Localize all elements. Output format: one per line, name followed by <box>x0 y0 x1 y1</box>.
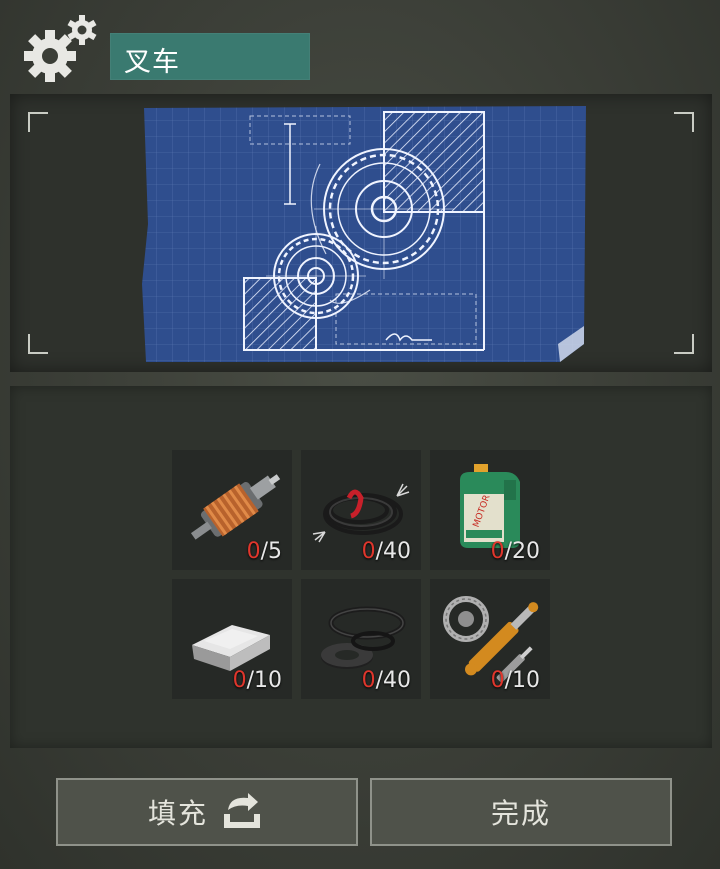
material-slot-wires[interactable]: 0/40 <box>301 450 421 570</box>
done-button-label: 完成 <box>490 797 551 830</box>
material-slot-metal-ingot[interactable]: 0/10 <box>172 579 292 699</box>
fill-button-label: 填充 <box>147 797 208 830</box>
material-slot-motor-oil[interactable]: MOTOR 0/20 <box>430 450 550 570</box>
frame-corner <box>28 112 48 132</box>
material-count: 0/20 <box>490 539 540 564</box>
header: 叉车 <box>0 0 720 92</box>
frame-corner <box>28 334 48 354</box>
crafting-window: 叉车 0/5 0/40 MOTOR 0/20 0/10 0/40 0/10 填充… <box>0 0 720 869</box>
material-count: 0/40 <box>361 539 411 564</box>
material-slot-hydraulic-parts[interactable]: 0/10 <box>430 579 550 699</box>
gears-icon <box>24 15 97 82</box>
material-count: 0/5 <box>246 539 282 564</box>
title-box: 叉车 <box>110 33 310 80</box>
page-title: 叉车 <box>124 47 180 78</box>
fill-button[interactable]: 填充 <box>56 778 358 846</box>
frame-corner <box>674 112 694 132</box>
material-count: 0/40 <box>361 668 411 693</box>
materials-grid: 0/5 0/40 MOTOR 0/20 0/10 0/40 0/10 <box>172 450 550 700</box>
material-slot-rubber-seals[interactable]: 0/40 <box>301 579 421 699</box>
materials-panel: 0/5 0/40 MOTOR 0/20 0/10 0/40 0/10 <box>10 386 712 748</box>
material-slot-electric-motor[interactable]: 0/5 <box>172 450 292 570</box>
done-button[interactable]: 完成 <box>370 778 672 846</box>
blueprint-panel <box>10 94 712 372</box>
blueprint-image <box>142 106 586 362</box>
frame-corner <box>674 334 694 354</box>
material-count: 0/10 <box>490 668 540 693</box>
material-count: 0/10 <box>232 668 282 693</box>
refill-icon <box>224 793 260 828</box>
